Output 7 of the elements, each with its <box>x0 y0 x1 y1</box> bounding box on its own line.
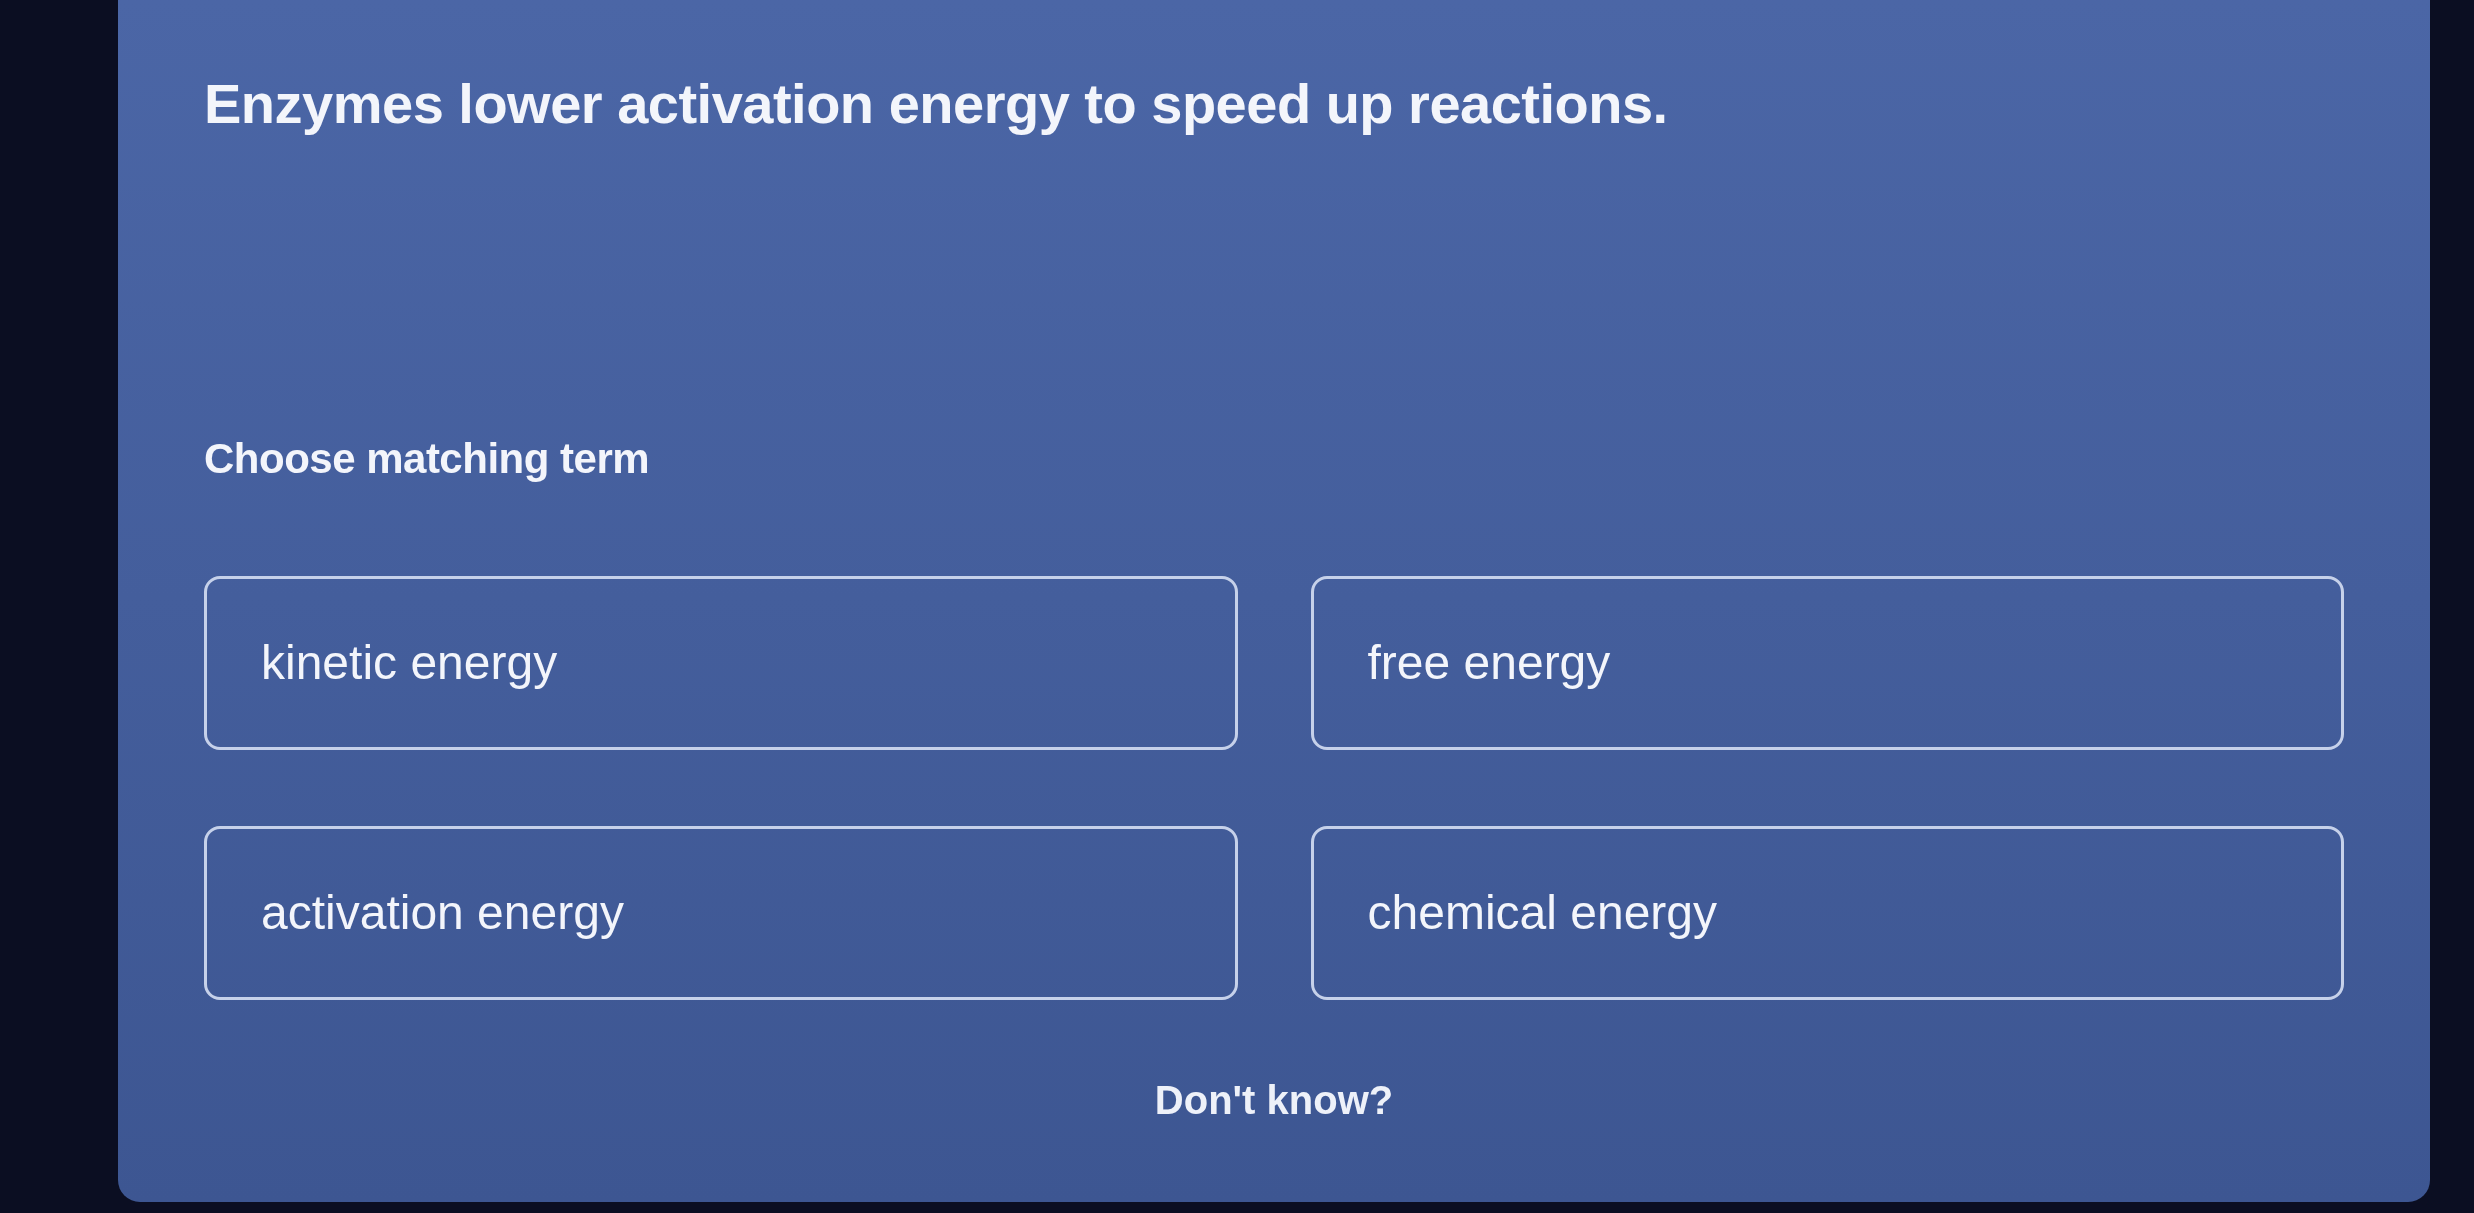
answer-option[interactable]: activation energy <box>204 826 1238 1000</box>
answer-option[interactable]: free energy <box>1310 576 2344 750</box>
instruction-text: Choose matching term <box>204 434 650 484</box>
question-text: Enzymes lower activation energy to speed up reactions. <box>204 71 1668 137</box>
answer-option[interactable]: kinetic energy <box>204 576 1238 750</box>
dont-know-link[interactable]: Don't know? <box>1154 1076 1394 1124</box>
answer-option[interactable]: chemical energy <box>1310 826 2344 1000</box>
